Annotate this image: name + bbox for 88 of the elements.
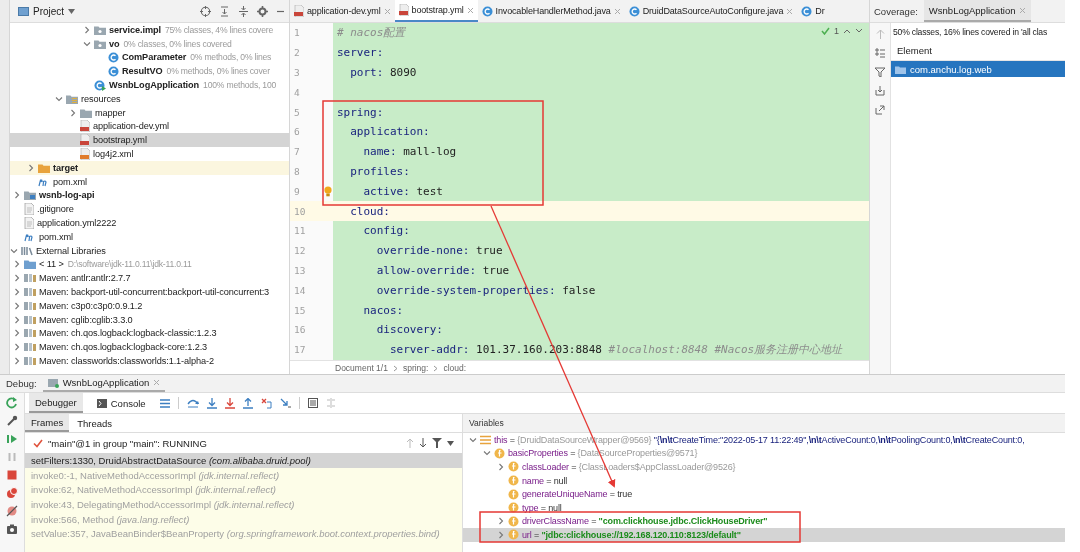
variable-entry[interactable]: name = null (522, 475, 568, 486)
code-line: nacos: (362, 303, 404, 317)
thread-selector[interactable]: "main"@1 in group "main": RUNNING (48, 437, 401, 449)
coverage-note: D:\software\jdk-11.0.11\jdk-11.0.11 (67, 259, 192, 270)
tree-item[interactable]: resources (81, 93, 121, 104)
code-line: override-none: true (375, 244, 503, 258)
tree-item[interactable]: .gitignore (37, 204, 74, 215)
variable-entry[interactable]: driverClassName = "com.clickhouse.jdbc.ClickHouseDriver" (522, 516, 768, 527)
tree-item[interactable]: pom.xml (39, 231, 73, 242)
editor-tab[interactable]: bootstrap.yml (394, 0, 478, 22)
tree-item[interactable]: Maven: cglib:cglib:3.3.0 (39, 314, 133, 325)
line-number: 14 (293, 284, 307, 296)
tree-item[interactable]: vo (109, 38, 120, 49)
debugger-tab[interactable]: Console (90, 393, 152, 413)
line-number: 5 (293, 106, 301, 118)
line-number: 11 (293, 225, 307, 237)
tree-item[interactable]: wsnb-log-api (39, 190, 95, 201)
tree-item[interactable]: External Libraries (36, 245, 106, 256)
tree-item[interactable]: bootstrap.yml (93, 135, 147, 146)
code-line: active: test (362, 184, 443, 198)
coverage-note: 0% classes, 0% lines covered (123, 38, 232, 49)
coverage-row[interactable]: com.anchu.log.web (891, 61, 1065, 77)
code-line: profiles: (349, 164, 410, 178)
code-line: discovery: (375, 323, 443, 337)
line-number: 13 (293, 264, 307, 276)
tree-item[interactable]: Maven: ch.qos.logback:logback-classic:1.2.3 (39, 328, 217, 339)
frames-tab[interactable]: Frames (25, 414, 70, 432)
coverage-summary: 50% classes, 16% lines covered in 'all clas (892, 26, 1048, 39)
tree-item[interactable]: < 11 > (39, 259, 64, 270)
tree-item[interactable]: pom.xml (53, 176, 87, 187)
tree-item[interactable]: application.yml2222 (37, 218, 117, 229)
coverage-note: 0% methods, 0% lines (190, 52, 272, 63)
breadcrumb[interactable]: cloud: (443, 363, 467, 374)
tree-item[interactable]: Maven: backport-util-concurrent:backport-util-concurrent:3 (39, 287, 270, 298)
tree-item[interactable]: Maven: c3p0:c3p0:0.9.1.2 (39, 300, 143, 311)
tree-item[interactable]: Maven: classworlds:classworlds:1.1-alpha-2 (39, 356, 215, 366)
tree-item[interactable]: service.impl (109, 24, 161, 35)
tree-item[interactable]: application-dev.yml (93, 121, 170, 132)
tree-item[interactable]: Maven: antlr:antlr:2.7.7 (39, 273, 131, 284)
line-number: 3 (293, 67, 301, 78)
line-number: 10 (293, 205, 307, 217)
line-number: 4 (293, 86, 301, 98)
panel-title: Debug: (6, 378, 37, 389)
variable-entry[interactable]: generateUniqueName = true (522, 489, 633, 500)
code-line: cloud: (349, 204, 390, 218)
coverage-note: 0% methods, 0% lines cover (166, 66, 270, 77)
breadcrumb[interactable]: Document 1/1 (335, 363, 388, 374)
tree-item[interactable]: ResultVO (122, 66, 163, 77)
tree-item[interactable]: Maven: ch.qos.logback:logback-core:1.2.3 (39, 342, 208, 353)
code-line: config: (362, 224, 410, 238)
panel-title: Variables (469, 418, 504, 428)
editor-tab[interactable]: DruidDataSourceAutoConfigure.java (624, 0, 798, 22)
stack-frame[interactable]: setFilters:1330, DruidAbstractDataSource (com.alibaba.druid.pool) (25, 453, 462, 468)
coverage-note: 75% classes, 4% lines covere (164, 24, 273, 35)
line-number: 6 (293, 126, 301, 138)
inspection-count: 1 (834, 26, 839, 36)
tree-item[interactable]: mapper (95, 107, 126, 118)
variable-entry[interactable]: type = null (522, 502, 562, 513)
tree-item[interactable]: log4j2.xml (93, 149, 134, 160)
coverage-note: 100% methods, 100 (203, 80, 277, 91)
line-number: 7 (293, 146, 301, 158)
code-line: application: (349, 125, 430, 139)
debugger-tab[interactable]: Debugger (29, 393, 83, 413)
line-number: 9 (293, 185, 301, 197)
tree-item[interactable]: target (53, 162, 78, 173)
line-number: 15 (293, 304, 307, 316)
line-number: 16 (293, 324, 307, 336)
frames-tab[interactable]: Threads (71, 414, 119, 432)
code-line: port: 8090 (349, 66, 417, 79)
panel-title: Coverage: (874, 5, 918, 17)
code-line: spring: (337, 105, 384, 119)
tree-item[interactable]: ComParameter (122, 52, 187, 63)
editor-tab[interactable]: Dr (797, 0, 829, 22)
code-line: allow-override: true (375, 263, 510, 277)
code-line: # nacos配置 (337, 25, 406, 41)
line-number: 8 (293, 165, 301, 177)
line-number: 17 (293, 344, 307, 356)
coverage-tab[interactable]: WsnbLogApplication (923, 0, 1032, 22)
editor-tab[interactable]: InvocableHandlerMethod.java (477, 0, 625, 22)
code-line: server: (337, 46, 384, 60)
editor-tab[interactable]: application-dev.yml (290, 0, 395, 22)
line-number: 2 (293, 47, 301, 59)
line-number: 1 (293, 27, 301, 39)
line-number: 12 (293, 245, 307, 257)
project-view-dropdown[interactable]: Project (16, 4, 78, 18)
breadcrumb[interactable]: spring: (402, 363, 429, 374)
tree-item[interactable]: WsnbLogApplication (109, 80, 200, 91)
code-line: name: mall-log (362, 145, 457, 159)
